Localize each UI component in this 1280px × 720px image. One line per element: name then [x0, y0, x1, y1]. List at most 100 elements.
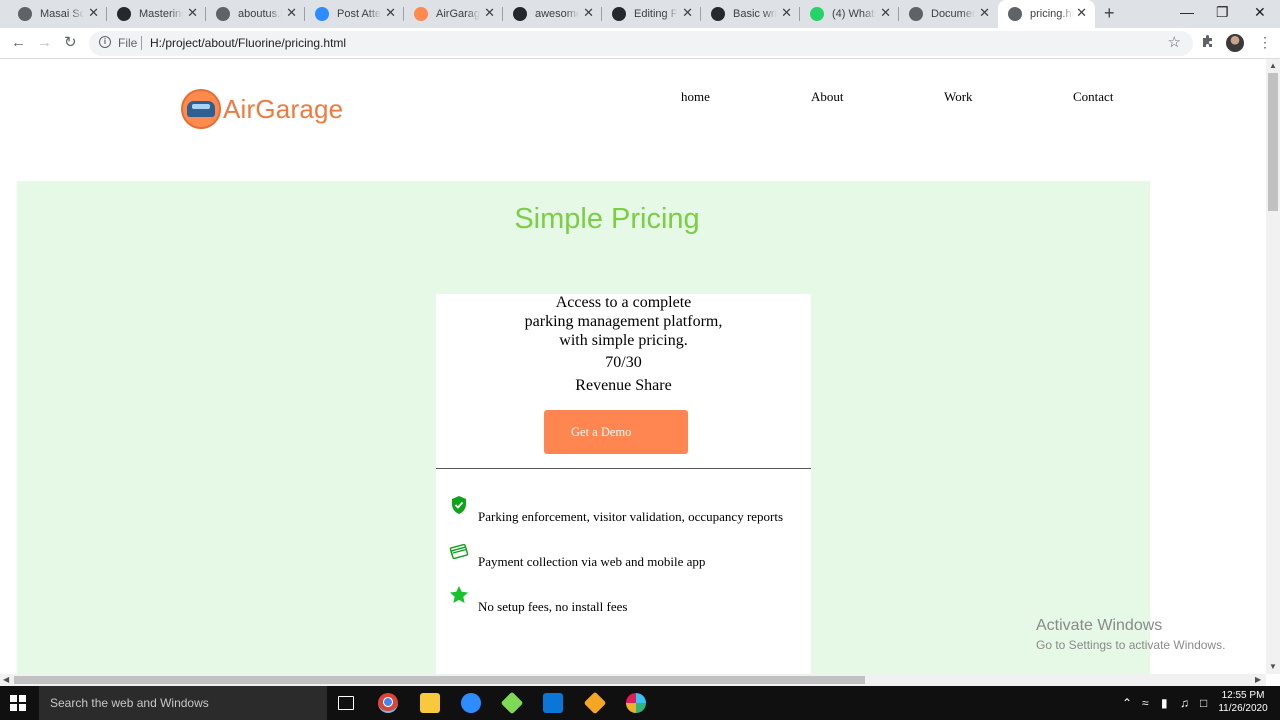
intro-line-1: Access to a complete [555, 294, 692, 311]
pricing-title: Simple Pricing [514, 203, 700, 235]
tab-close-icon[interactable]: ✕ [484, 6, 495, 20]
revenue-share-label: Revenue Share [575, 377, 672, 394]
tab-strip: Masai School✕Mastering✕aboutus.html✕Post… [0, 0, 1280, 28]
feature-item: Payment collection via web and mobile ap… [449, 543, 706, 570]
extensions-puzzle-icon[interactable] [1201, 34, 1215, 51]
address-url[interactable]: H:/project/about/Fluorine/pricing.html [150, 36, 346, 50]
back-button[interactable]: ← [11, 35, 26, 51]
browser-tab[interactable]: Mastering ✕ [107, 0, 206, 28]
browser-tab[interactable]: Document ✕ [899, 0, 998, 28]
profile-avatar[interactable] [1226, 34, 1244, 52]
tab-close-icon[interactable]: ✕ [781, 6, 792, 20]
vscode-icon[interactable] [543, 693, 563, 713]
battery-icon[interactable]: ▮ [1161, 696, 1168, 710]
gitkraken-icon[interactable] [500, 691, 524, 715]
browser-tab[interactable]: (4) WhatsApp ✕ [800, 0, 899, 28]
volume-icon[interactable]: ♫ [1180, 696, 1189, 710]
activate-windows-watermark: Activate Windows Go to Settings to activ… [1036, 617, 1225, 652]
tab-close-icon[interactable]: ✕ [583, 6, 594, 20]
address-bar[interactable]: i File H:/project/about/Fluorine/pricing… [89, 31, 1193, 56]
nav-link-about[interactable]: About [811, 89, 844, 105]
wifi-icon[interactable]: ≈ [1142, 696, 1149, 710]
tab-close-icon[interactable]: ✕ [385, 6, 396, 20]
car-logo-icon [181, 89, 221, 129]
slack-icon[interactable] [626, 693, 646, 713]
intro-line-3: with simple pricing. [559, 332, 688, 349]
shield-check-icon [449, 495, 469, 515]
scroll-left-arrow-icon[interactable]: ◀ [3, 675, 9, 684]
horizontal-scrollbar[interactable]: ◀ ▶ [0, 674, 1266, 686]
tab-label: Editing Fluorine [634, 8, 678, 20]
star-icon [449, 585, 469, 605]
zoom-icon [315, 7, 329, 21]
maximize-button[interactable]: ❐ [1216, 4, 1229, 20]
tab-label: Basic writing [733, 8, 777, 20]
browser-tab[interactable]: pricing.html✕ [998, 0, 1095, 28]
more-menu-icon[interactable]: ⋮ [1258, 34, 1272, 51]
browser-tab[interactable]: Masai School ✕ [8, 0, 107, 28]
scroll-up-arrow-icon[interactable]: ▲ [1269, 61, 1277, 70]
tab-label: Mastering [139, 8, 183, 20]
browser-tab[interactable]: Post Attendance ✕ [305, 0, 404, 28]
globe-icon [216, 7, 230, 21]
browser-tab[interactable]: Basic writing ✕ [701, 0, 800, 28]
tab-close-icon[interactable]: ✕ [286, 6, 297, 20]
globe-icon [909, 7, 923, 21]
tab-close-icon[interactable]: ✕ [682, 6, 693, 20]
task-view-icon[interactable] [338, 696, 354, 710]
zoom-app-icon[interactable] [461, 693, 481, 713]
tab-label: pricing.html [1030, 8, 1074, 20]
windows-start-icon[interactable] [10, 695, 26, 711]
vertical-scrollbar[interactable]: ▲ ▼ [1266, 59, 1280, 674]
tab-close-icon[interactable]: ✕ [979, 6, 990, 20]
info-icon[interactable]: i [99, 36, 111, 48]
tab-label: awesome [535, 8, 579, 20]
get-demo-button[interactable]: Get a Demo [544, 410, 688, 454]
tab-label: (4) WhatsApp [832, 8, 876, 20]
address-scheme: File [118, 36, 138, 50]
browser-tab[interactable]: awesome ✕ [503, 0, 602, 28]
whatsapp-icon [810, 7, 824, 21]
horizontal-scroll-thumb[interactable] [14, 676, 865, 684]
browser-tab[interactable]: aboutus.html ✕ [206, 0, 305, 28]
site-logo[interactable]: AirGarage [181, 89, 343, 129]
file-explorer-icon[interactable] [420, 693, 440, 713]
reload-button[interactable]: ↻ [64, 35, 77, 51]
tab-label: Post Attendance [337, 8, 381, 20]
feature-item: No setup fees, no install fees [449, 586, 628, 615]
taskbar-search-box[interactable]: Search the web and Windows [39, 686, 327, 720]
tab-close-icon[interactable]: ✕ [88, 6, 99, 20]
address-divider [141, 36, 142, 50]
browser-tab[interactable]: AirGarage ✕ [404, 0, 503, 28]
vertical-scroll-thumb[interactable] [1268, 73, 1278, 211]
github-icon [513, 7, 527, 21]
pricing-card: Access to a complete parking management … [436, 294, 811, 674]
windows-taskbar: Search the web and Windows ⌃ ≈ ▮ ♫ □ 12:… [0, 686, 1280, 720]
new-tab-button[interactable]: + [1104, 4, 1115, 22]
bookmark-star-icon[interactable]: ☆ [1168, 33, 1181, 51]
tab-close-icon[interactable]: ✕ [187, 6, 198, 20]
tab-label: Document [931, 8, 975, 20]
tab-close-icon[interactable]: ✕ [880, 6, 891, 20]
system-clock[interactable]: 12:55 PM 11/26/2020 [1218, 689, 1268, 715]
notifications-icon[interactable]: □ [1200, 696, 1207, 710]
forward-button[interactable]: → [37, 35, 52, 51]
clock-time: 12:55 PM [1221, 690, 1265, 701]
tray-chevron-icon[interactable]: ⌃ [1122, 696, 1132, 710]
chrome-icon[interactable] [378, 693, 398, 713]
tab-close-icon[interactable]: ✕ [1076, 6, 1087, 20]
pricing-section: Simple Pricing Access to a complete park… [17, 181, 1150, 674]
nav-link-home[interactable]: home [681, 89, 710, 105]
close-window-button[interactable]: ✕ [1254, 4, 1266, 20]
feature-text: No setup fees, no install fees [478, 599, 628, 614]
git-app-icon[interactable] [583, 691, 607, 715]
nav-link-contact[interactable]: Contact [1073, 89, 1113, 105]
feature-text: Payment collection via web and mobile ap… [478, 554, 706, 569]
github-icon [612, 7, 626, 21]
scroll-down-arrow-icon[interactable]: ▼ [1269, 662, 1277, 671]
minimize-button[interactable]: — [1180, 4, 1194, 20]
tab-label: aboutus.html [238, 8, 282, 20]
scroll-right-arrow-icon[interactable]: ▶ [1255, 675, 1261, 684]
nav-link-work[interactable]: Work [944, 89, 973, 105]
browser-tab[interactable]: Editing Fluorine ✕ [602, 0, 701, 28]
